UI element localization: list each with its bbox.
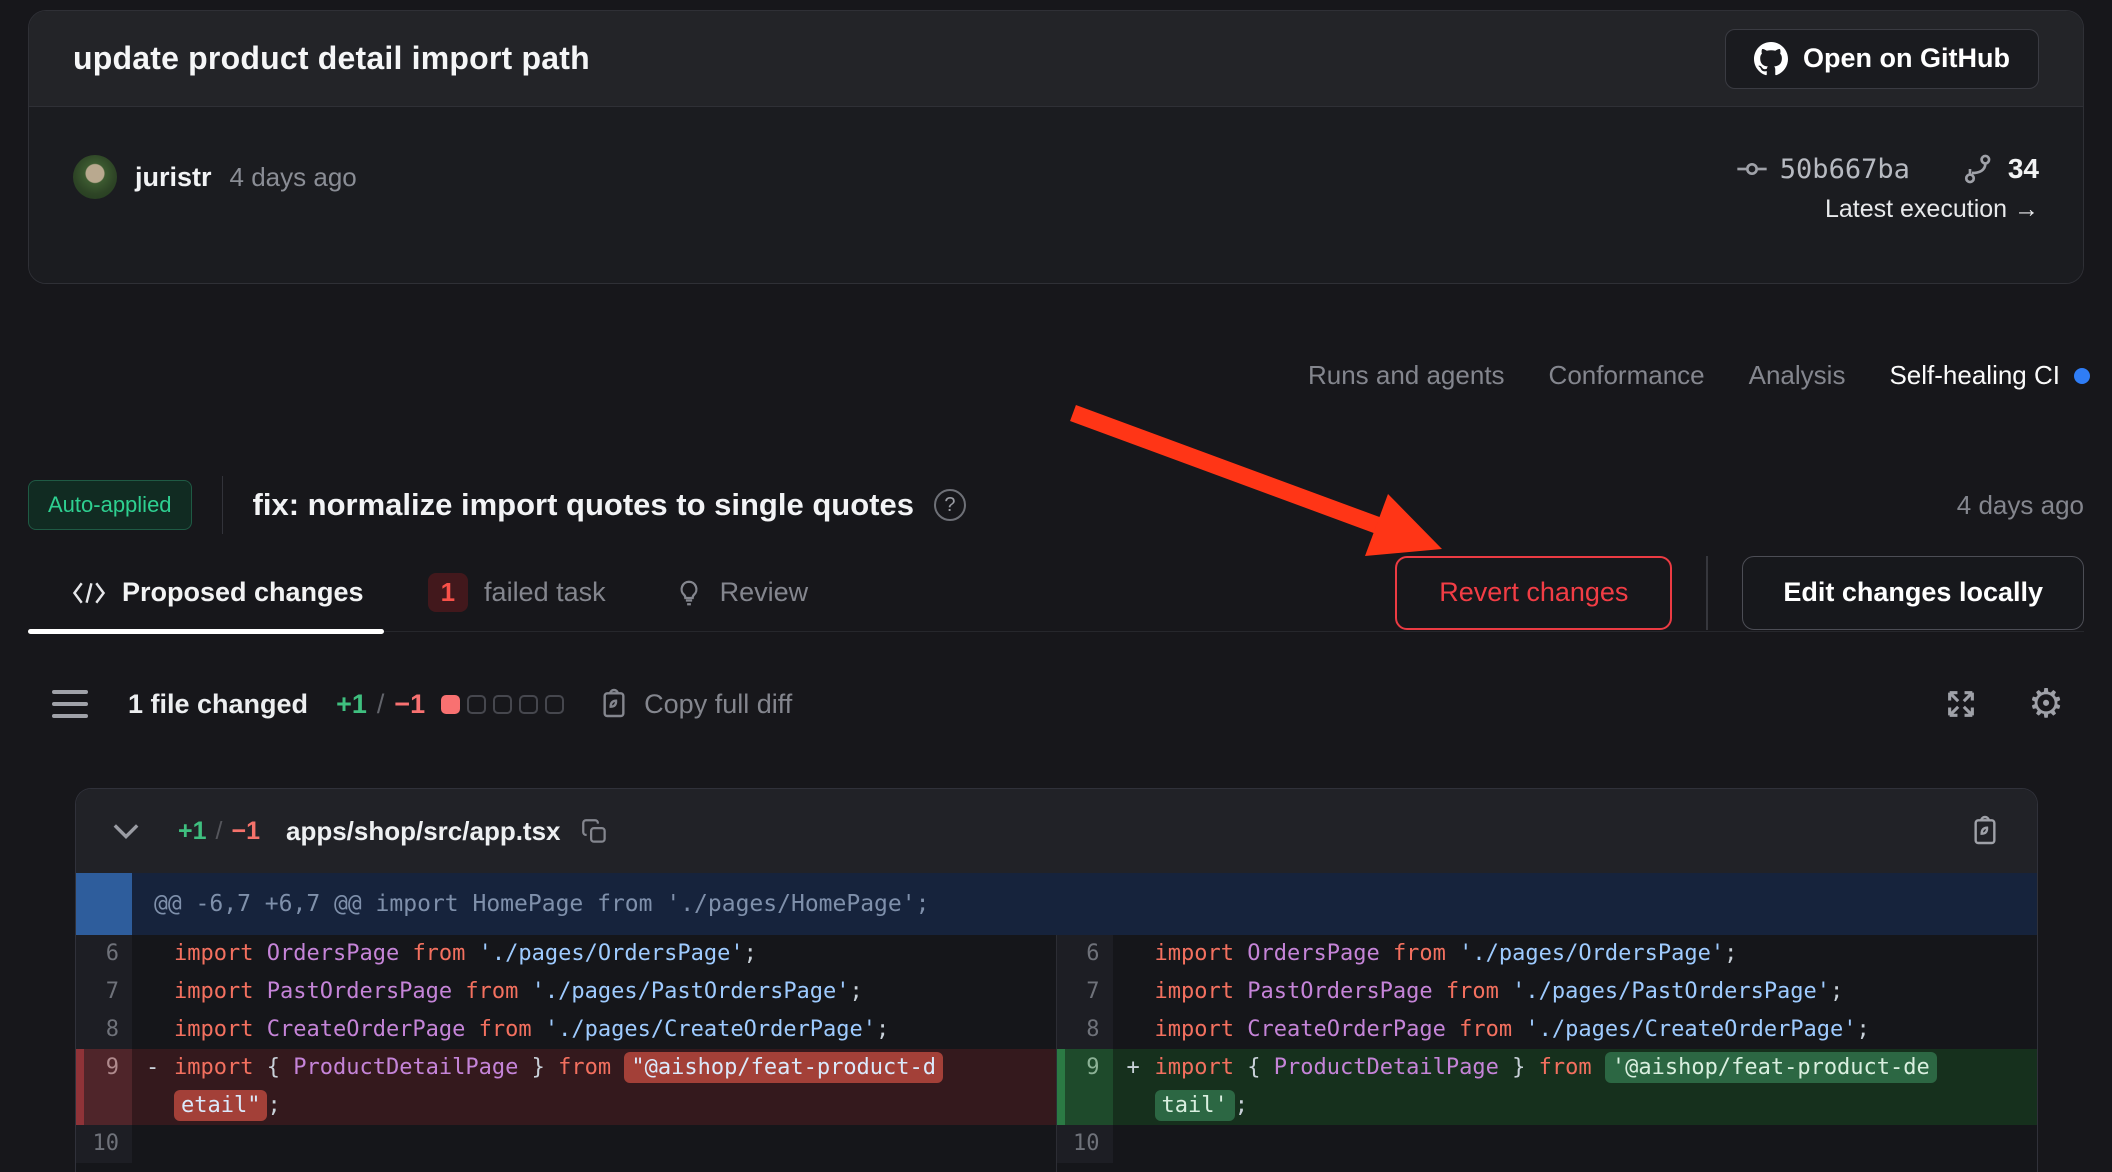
copy-icon[interactable] xyxy=(581,818,608,845)
branch-count-link[interactable]: 34 xyxy=(1962,153,2039,185)
diff-line: 6import OrdersPage from './pages/OrdersP… xyxy=(1057,935,2038,973)
commit-hash-link[interactable]: 50b667ba xyxy=(1736,153,1910,185)
open-on-github-label: Open on GitHub xyxy=(1803,43,2010,74)
diff-right-column: 6import OrdersPage from './pages/OrdersP… xyxy=(1057,935,2038,1172)
tab-failed-task[interactable]: 1 failed task xyxy=(408,554,626,631)
auto-applied-badge: Auto-applied xyxy=(28,480,192,530)
nav-item-runs-and-agents[interactable]: Runs and agents xyxy=(1308,360,1505,391)
diff-stats: +1 / −1 xyxy=(336,689,425,720)
diff-code: 6import OrdersPage from './pages/OrdersP… xyxy=(76,935,2037,1172)
diff-line: 8import CreateOrderPage from './pages/Cr… xyxy=(1057,1011,2038,1049)
file-diff-card: +1 / −1 apps/shop/src/app.tsx @@ -6,7 +6… xyxy=(75,788,2038,1172)
github-icon xyxy=(1754,42,1788,76)
diff-line: 10 xyxy=(1057,1125,2038,1163)
lightbulb-icon xyxy=(674,578,704,608)
author-name: juristr xyxy=(135,162,212,193)
commit-time: 4 days ago xyxy=(230,162,357,193)
commit-card-body: juristr 4 days ago 50b667ba 34 Latest ex… xyxy=(29,107,2083,284)
edit-changes-locally-button[interactable]: Edit changes locally xyxy=(1742,556,2084,630)
commit-icon xyxy=(1736,153,1768,185)
top-nav: Runs and agents Conformance Analysis Sel… xyxy=(1308,360,2090,391)
diff-line: 9+import { ProductDetailPage } from '@ai… xyxy=(1057,1049,2038,1125)
failed-count-badge: 1 xyxy=(428,573,468,612)
diff-line: 6import OrdersPage from './pages/OrdersP… xyxy=(76,935,1056,973)
chevron-down-icon[interactable] xyxy=(112,822,140,840)
avatar xyxy=(73,155,117,199)
hamburger-icon[interactable] xyxy=(52,690,88,718)
diff-toolbar: 1 file changed +1 / −1 Copy full diff ⚙ xyxy=(28,672,2084,736)
commit-meta: 50b667ba 34 Latest execution → xyxy=(1736,153,2039,284)
open-on-github-button[interactable]: Open on GitHub xyxy=(1725,29,2039,89)
copy-full-diff-button[interactable]: Copy full diff xyxy=(598,688,792,720)
hunk-gutter-block xyxy=(76,873,132,935)
diff-line: 8import CreateOrderPage from './pages/Cr… xyxy=(76,1011,1056,1049)
hunk-text: @@ -6,7 +6,7 @@ import HomePage from './… xyxy=(154,891,929,917)
files-changed-label: 1 file changed xyxy=(128,689,308,720)
divider xyxy=(222,476,223,534)
toolbar-right: ⚙ xyxy=(1944,687,2064,721)
page-title: update product detail import path xyxy=(73,40,590,77)
expand-icon[interactable] xyxy=(1944,687,1978,721)
fix-time: 4 days ago xyxy=(1957,490,2084,521)
tab-proposed-changes[interactable]: Proposed changes xyxy=(28,554,384,631)
tabs-row: Proposed changes 1 failed task Review Re… xyxy=(28,554,2084,632)
branch-icon xyxy=(1962,153,1994,185)
gear-icon[interactable]: ⚙ xyxy=(2028,687,2064,721)
code-icon xyxy=(72,580,106,606)
clipboard-icon[interactable] xyxy=(1969,815,2001,847)
diff-line: 9-import { ProductDetailPage } from "@ai… xyxy=(76,1049,1056,1125)
action-buttons: Revert changes Edit changes locally xyxy=(1395,556,2084,630)
active-nav-dot xyxy=(2074,368,2090,384)
fix-header-row: Auto-applied fix: normalize import quote… xyxy=(28,476,2084,534)
nav-item-self-healing-ci[interactable]: Self-healing CI xyxy=(1889,360,2090,391)
divider xyxy=(1706,556,1708,630)
hunk-header: @@ -6,7 +6,7 @@ import HomePage from './… xyxy=(76,873,2037,935)
diff-ratio-squares xyxy=(441,695,564,714)
commit-card: update product detail import path Open o… xyxy=(28,10,2084,284)
diff-left-column: 6import OrdersPage from './pages/OrdersP… xyxy=(76,935,1057,1172)
diff-line: 7import PastOrdersPage from './pages/Pas… xyxy=(76,973,1056,1011)
clipboard-icon xyxy=(598,688,630,720)
tab-review[interactable]: Review xyxy=(654,554,829,631)
fix-title: fix: normalize import quotes to single q… xyxy=(253,487,914,523)
diff-line: 7import PastOrdersPage from './pages/Pas… xyxy=(1057,973,2038,1011)
diff-line: 10 xyxy=(76,1125,1056,1163)
help-icon[interactable]: ? xyxy=(934,489,966,521)
commit-author: juristr 4 days ago xyxy=(73,153,357,201)
commit-card-header: update product detail import path Open o… xyxy=(29,11,2083,107)
nav-item-analysis[interactable]: Analysis xyxy=(1749,360,1846,391)
file-diff-header[interactable]: +1 / −1 apps/shop/src/app.tsx xyxy=(76,789,2037,873)
revert-changes-button[interactable]: Revert changes xyxy=(1395,556,1672,630)
nav-item-conformance[interactable]: Conformance xyxy=(1549,360,1705,391)
latest-execution-link[interactable]: Latest execution → xyxy=(1825,195,2039,224)
file-path: apps/shop/src/app.tsx xyxy=(286,816,561,847)
file-diff-stats: +1 / −1 xyxy=(178,817,260,846)
